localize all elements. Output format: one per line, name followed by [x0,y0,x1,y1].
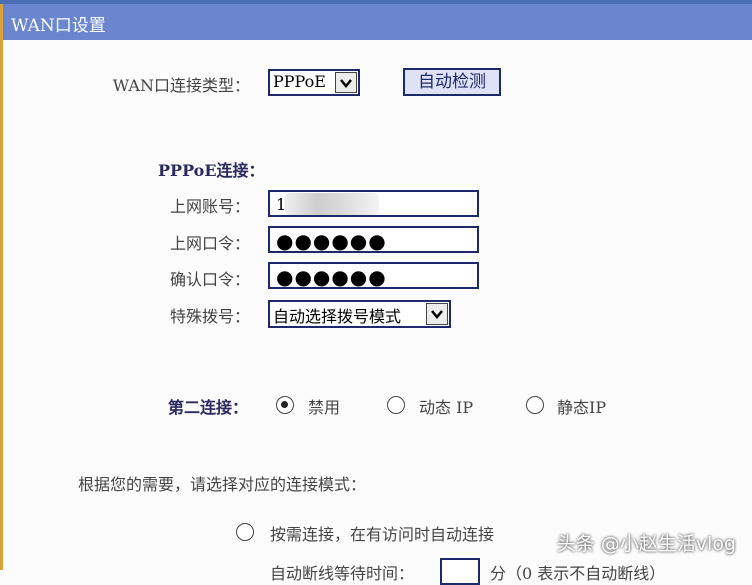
wan-type-value: PPPoE [273,72,326,91]
idle-time-input[interactable] [440,558,480,585]
left-frame-border [0,40,3,570]
second-connection-label: 第二连接： [168,398,249,417]
wan-type-select[interactable]: PPPoE [268,69,360,96]
account-input[interactable]: 1 [268,190,479,217]
radio-static-ip-label: 静态IP [557,398,607,417]
password-input[interactable]: ●●●●●● [268,226,479,253]
pppoe-section-label: PPPoE连接： [158,161,265,180]
wan-type-label: WAN口连接类型： [112,76,250,95]
redaction-blur [284,193,379,215]
password-label: 上网口令： [169,234,250,253]
dial-mode-value: 自动选择拨号模式 [273,307,402,326]
page-title: WAN口设置 [11,16,106,36]
dial-mode-select[interactable]: 自动选择拨号模式 [268,300,451,328]
mode-prompt: 根据您的需要，请选择对应的连接模式： [78,475,367,494]
idle-time-unit: 分（0 表示不自动断线） [490,564,666,583]
confirm-password-input[interactable]: ●●●●●● [268,262,479,289]
radio-disabled-label: 禁用 [308,398,341,417]
radio-on-demand[interactable] [236,523,254,541]
radio-dynamic-ip-label: 动态 IP [419,398,474,417]
radio-static-ip[interactable] [526,396,544,414]
account-label: 上网账号： [169,197,250,216]
password-value: ●●●●●● [276,229,387,253]
watermark: 头条 @小赵生活vlog [556,533,736,555]
dial-mode-label: 特殊拨号： [169,307,250,326]
chevron-down-icon [426,303,448,325]
auto-detect-button[interactable]: 自动检测 [403,68,501,96]
confirm-password-value: ●●●●●● [276,265,387,289]
radio-disabled[interactable] [276,396,294,414]
chevron-down-icon [335,72,357,93]
idle-time-label: 自动断线等待时间： [270,564,415,583]
confirm-password-label: 确认口令： [169,270,250,289]
title-bar: WAN口设置 [0,4,752,40]
radio-dynamic-ip[interactable] [387,396,405,414]
radio-on-demand-label: 按需连接，在有访问时自动连接 [270,525,495,544]
radio-selected-dot [281,401,288,408]
